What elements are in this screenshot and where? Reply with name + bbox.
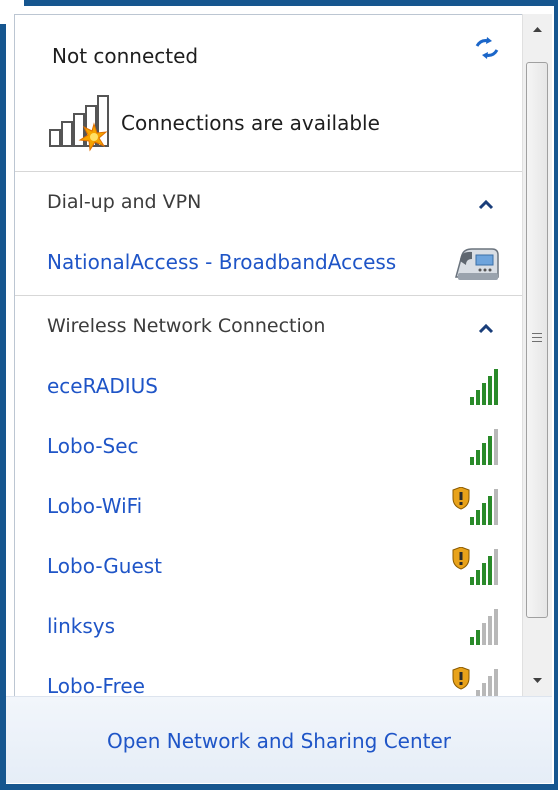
- signal-bar: [476, 510, 480, 525]
- list-item-wifi-network[interactable]: Lobo-Free: [15, 659, 523, 697]
- signal-bar: [476, 450, 480, 465]
- list-item-wifi-network[interactable]: Lobo-Sec: [15, 419, 523, 477]
- network-name: Lobo-Guest: [47, 554, 163, 578]
- signal-bar: [488, 676, 492, 697]
- wifi-signal-strength-icon: [452, 667, 498, 697]
- signal-bar: [482, 683, 486, 697]
- network-list-panel: Not connected Connections are available …: [14, 14, 524, 697]
- list-item-wifi-network[interactable]: linksys: [15, 599, 523, 657]
- list-item-dialup-nationalaccess[interactable]: NationalAccess - BroadbandAccess: [15, 235, 523, 293]
- connection-status-title: Not connected: [52, 44, 199, 68]
- network-name: NationalAccess - BroadbandAccess: [47, 250, 397, 274]
- security-shield-icon: [452, 487, 470, 510]
- network-name: Lobo-WiFi: [47, 494, 143, 518]
- signal-bar: [482, 563, 486, 585]
- signal-bars-with-star-icon: [49, 95, 109, 152]
- signal-bar: [494, 669, 498, 697]
- signal-bar: [482, 443, 486, 465]
- signal-bar: [488, 376, 492, 405]
- group-header-dialup-vpn[interactable]: Dial-up and VPN: [47, 191, 201, 213]
- wifi-signal-strength-icon: [452, 547, 498, 585]
- signal-bar: [494, 429, 498, 465]
- signal-bar: [482, 623, 486, 645]
- chevron-up-icon[interactable]: [478, 198, 494, 210]
- scroll-up-arrow-icon[interactable]: [523, 14, 552, 46]
- separator: [15, 171, 523, 172]
- connections-available-text: Connections are available: [121, 111, 380, 135]
- list-item-wifi-network[interactable]: Lobo-WiFi: [15, 479, 523, 537]
- signal-bar: [470, 397, 474, 405]
- security-shield-icon: [452, 547, 470, 570]
- footer-bar: Open Network and Sharing Center: [6, 696, 552, 783]
- signal-bar: [488, 496, 492, 525]
- chevron-up-icon[interactable]: [478, 322, 494, 334]
- refresh-arrows-icon[interactable]: [472, 36, 502, 60]
- signal-bar: [482, 503, 486, 525]
- group-header-wireless[interactable]: Wireless Network Connection: [47, 315, 325, 337]
- separator: [15, 295, 523, 296]
- signal-bar: [494, 609, 498, 645]
- signal-bar: [470, 577, 474, 585]
- network-name: Lobo-Free: [47, 674, 145, 697]
- wifi-signal-strength-icon: [452, 487, 498, 525]
- dial-up-modem-icon: [455, 248, 499, 280]
- wifi-signal-strength-icon: [470, 609, 498, 645]
- signal-bar: [476, 390, 480, 405]
- scroll-down-arrow-icon[interactable]: [523, 664, 552, 696]
- signal-bar: [476, 630, 480, 645]
- signal-bar: [488, 616, 492, 645]
- signal-bar: [488, 556, 492, 585]
- open-network-sharing-center-link[interactable]: Open Network and Sharing Center: [6, 729, 552, 753]
- vertical-scrollbar[interactable]: [522, 14, 552, 696]
- list-item-wifi-network[interactable]: eceRADIUS: [15, 359, 523, 417]
- signal-bar: [494, 489, 498, 525]
- signal-bar: [482, 383, 486, 405]
- signal-bar: [494, 549, 498, 585]
- network-name: Lobo-Sec: [47, 434, 139, 458]
- signal-bar: [476, 570, 480, 585]
- wifi-signal-strength-icon: [470, 369, 498, 405]
- signal-bar: [494, 369, 498, 405]
- wifi-signal-strength-icon: [470, 429, 498, 465]
- network-name: eceRADIUS: [47, 374, 159, 398]
- network-name: linksys: [47, 614, 116, 638]
- signal-bar: [470, 457, 474, 465]
- signal-bar: [470, 517, 474, 525]
- security-shield-icon: [452, 667, 470, 690]
- signal-bar: [488, 436, 492, 465]
- scrollbar-thumb[interactable]: [526, 62, 548, 618]
- list-item-wifi-network[interactable]: Lobo-Guest: [15, 539, 523, 597]
- signal-bar: [470, 637, 474, 645]
